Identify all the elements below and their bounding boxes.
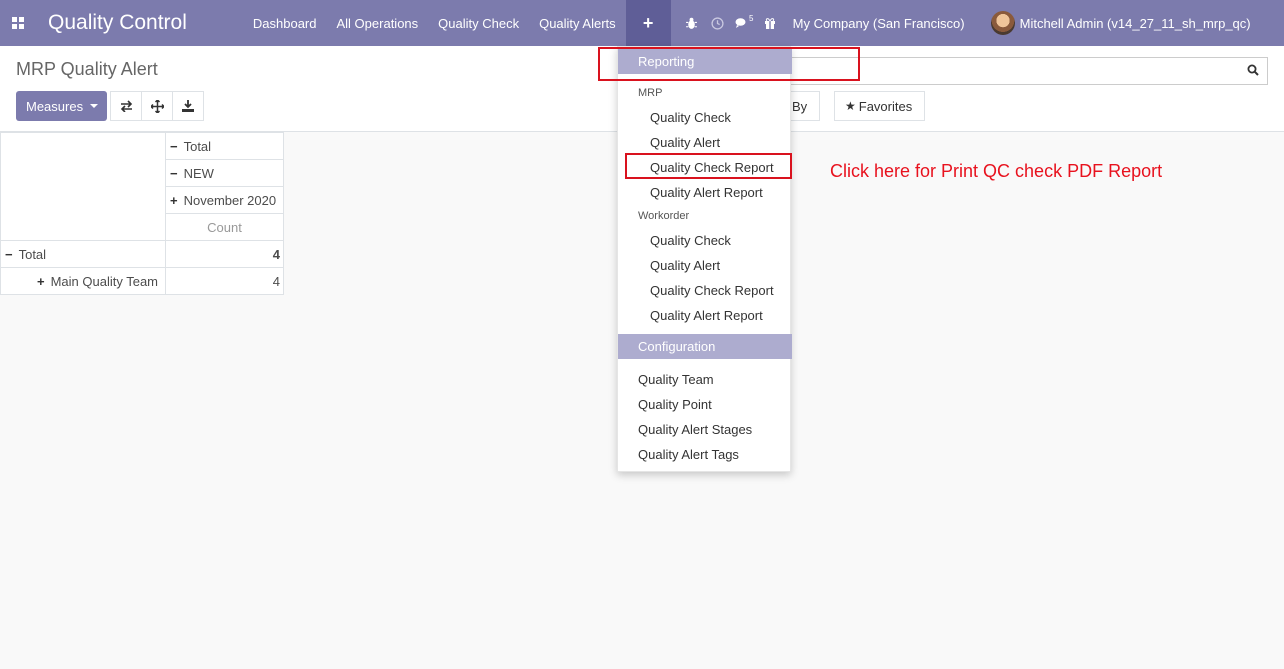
col-header-label: November 2020 (183, 192, 277, 208)
messages-count-badge: 5 (748, 13, 754, 23)
pivot-corner (0, 132, 166, 241)
annotation-highlight-reporting (598, 47, 860, 81)
download-icon[interactable] (172, 91, 204, 121)
pivot-row-header-total[interactable]: − Total (0, 240, 166, 268)
row-header-label: Total (18, 246, 47, 262)
apps-grid-icon[interactable] (10, 15, 26, 31)
favorites-button[interactable]: ★ Favorites (834, 91, 925, 121)
pivot-col-header-month[interactable]: + November 2020 (165, 186, 284, 214)
clock-icon[interactable] (705, 0, 731, 46)
flip-axis-icon[interactable] (110, 91, 142, 121)
dropdown-item-wo-quality-check-report[interactable]: Quality Check Report (650, 283, 774, 298)
pivot-actions (110, 91, 204, 121)
company-switcher[interactable]: My Company (San Francisco) (793, 16, 965, 31)
dropdown-group-mrp: MRP (638, 87, 663, 99)
user-name: Mitchell Admin (v14_27_11_sh_mrp_qc) (1019, 15, 1251, 31)
dropdown-item-mrp-quality-alert[interactable]: Quality Alert (650, 135, 720, 150)
dropdown-item-quality-point[interactable]: Quality Point (638, 397, 712, 412)
measures-label: Measures (26, 98, 84, 114)
menu-dashboard[interactable]: Dashboard (243, 0, 327, 46)
pivot-cell-total[interactable]: 4 (165, 240, 284, 268)
dropdown-item-wo-quality-check[interactable]: Quality Check (650, 233, 731, 248)
dropdown-item-mrp-quality-alert-report[interactable]: Quality Alert Report (650, 185, 763, 200)
dropdown-item-quality-alert-tags[interactable]: Quality Alert Tags (638, 447, 739, 462)
systray: 5 (679, 0, 783, 46)
menu-quality-check[interactable]: Quality Check (428, 0, 529, 46)
reporting-dropdown: Reporting MRP Quality Check Quality Aler… (617, 46, 792, 472)
minus-icon: − (5, 246, 13, 262)
plus-icon: + (170, 192, 178, 208)
measure-header[interactable]: Count (165, 213, 284, 241)
pivot-row-header-team[interactable]: + Main Quality Team (0, 267, 166, 295)
dropdown-group-workorder: Workorder (638, 210, 690, 222)
user-menu[interactable]: Mitchell Admin (v14_27_11_sh_mrp_qc) (990, 11, 1251, 35)
dropdown-item-quality-team[interactable]: Quality Team (638, 372, 714, 387)
app-title[interactable]: Quality Control (48, 11, 187, 35)
row-header-label: Main Quality Team (50, 273, 159, 289)
search-icon[interactable] (1247, 64, 1259, 76)
menu-plus-reporting[interactable]: + (625, 0, 671, 46)
star-icon: ★ (845, 99, 856, 113)
main-menu: Dashboard All Operations Quality Check Q… (243, 0, 671, 46)
expand-all-icon[interactable] (141, 91, 173, 121)
plus-icon: + (37, 273, 45, 289)
caret-down-icon (90, 104, 99, 108)
pivot-col-header-total[interactable]: − Total (165, 132, 284, 160)
dropdown-item-mrp-quality-check[interactable]: Quality Check (650, 110, 731, 125)
pivot-col-header-new[interactable]: − NEW (165, 159, 284, 187)
minus-icon: − (170, 165, 178, 181)
dropdown-item-wo-quality-alert[interactable]: Quality Alert (650, 258, 720, 273)
pivot-table: − Total − NEW + November 2020 Count − Total … (0, 132, 284, 295)
menu-all-operations[interactable]: All Operations (327, 0, 429, 46)
breadcrumb: MRP Quality Alert (16, 59, 158, 79)
annotation-text: Click here for Print QC check PDF Report (830, 161, 1163, 181)
gift-icon[interactable] (757, 0, 783, 46)
measures-button[interactable]: Measures (16, 91, 107, 121)
favorites-label: Favorites (858, 98, 913, 114)
bug-icon[interactable] (679, 0, 705, 46)
annotation-highlight-check-report (625, 153, 792, 179)
minus-icon: − (170, 138, 178, 154)
col-header-label: NEW (183, 165, 214, 181)
group-by-label: By (792, 98, 808, 114)
top-navbar: Quality Control Dashboard All Operations… (0, 0, 1284, 46)
chat-icon[interactable]: 5 (731, 0, 757, 46)
col-header-label: Total (183, 138, 212, 154)
pivot-cell-team[interactable]: 4 (165, 267, 284, 295)
dropdown-item-wo-quality-alert-report[interactable]: Quality Alert Report (650, 308, 763, 323)
dropdown-item-quality-alert-stages[interactable]: Quality Alert Stages (638, 422, 752, 437)
dropdown-header-configuration: Configuration (618, 334, 792, 359)
avatar (990, 11, 1015, 35)
menu-quality-alerts[interactable]: Quality Alerts (529, 0, 626, 46)
